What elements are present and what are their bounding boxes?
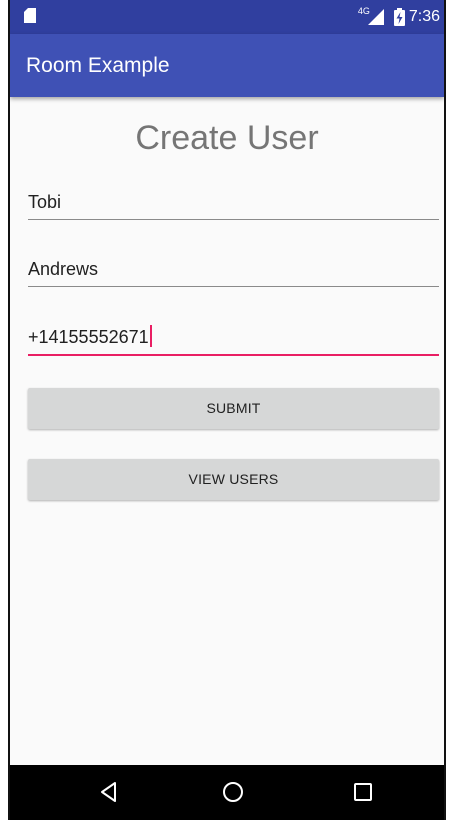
phone-value: +14155552671: [28, 327, 149, 347]
app-title: Room Example: [26, 54, 170, 77]
clock: 7:36: [408, 8, 440, 25]
navigation-bar: [10, 765, 444, 820]
battery-charging-icon: [393, 8, 405, 26]
sd-card-icon: [24, 8, 36, 23]
status-bar: 4G 7:36: [10, 0, 444, 34]
phone-field[interactable]: +14155552671: [28, 322, 439, 356]
submit-button[interactable]: SUBMIT: [28, 388, 439, 429]
phone-field-content: +14155552671: [28, 325, 152, 348]
network-type-label: 4G: [357, 5, 370, 16]
create-user-form: Create User Tobi Andrews +14155552671 SU…: [10, 97, 444, 765]
view-users-button[interactable]: VIEW USERS: [28, 459, 439, 500]
back-icon[interactable]: [96, 779, 122, 805]
recents-icon[interactable]: [350, 779, 376, 805]
first-name-value: Tobi: [28, 192, 62, 212]
first-name-field[interactable]: Tobi: [28, 186, 439, 220]
signal-icon: [367, 9, 384, 25]
last-name-field[interactable]: Andrews: [28, 253, 439, 287]
status-indicators: 4G 7:36: [358, 6, 440, 28]
page-title: Create User: [135, 119, 319, 157]
app-bar: Room Example: [10, 34, 444, 97]
last-name-value: Andrews: [28, 259, 99, 279]
text-cursor: [149, 325, 152, 347]
phone-screen: 4G 7:36 Room Example Create User Tobi An…: [8, 0, 446, 820]
home-icon[interactable]: [220, 779, 246, 805]
